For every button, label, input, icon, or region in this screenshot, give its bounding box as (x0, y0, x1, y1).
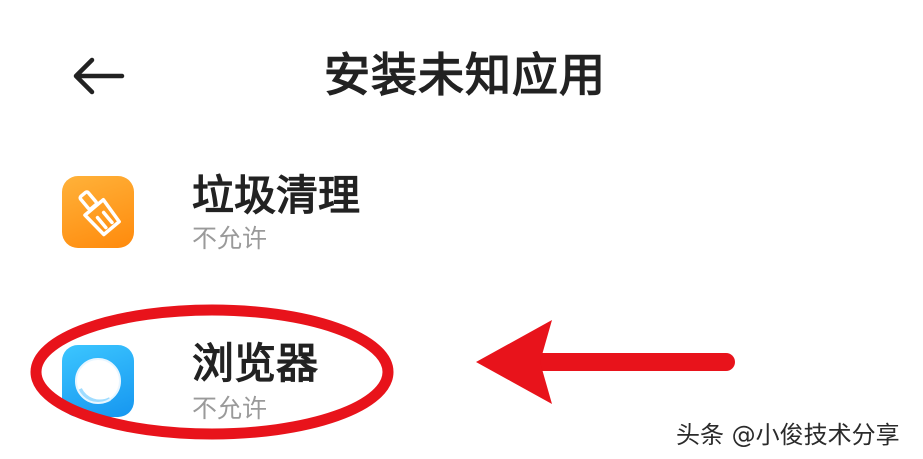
app-item-clean[interactable]: 垃圾清理 不允许 (0, 158, 923, 268)
app-name: 垃圾清理 (192, 171, 361, 220)
page-title: 安装未知应用 (324, 48, 606, 102)
browser-icon (62, 345, 134, 417)
arrow-left-icon (73, 57, 125, 95)
back-button[interactable] (62, 48, 134, 104)
header-bar: 安装未知应用 (0, 30, 923, 120)
broom-icon (62, 176, 134, 248)
app-status: 不允许 (192, 394, 268, 423)
watermark: 头条 @小俊技术分享 (676, 421, 900, 449)
app-status: 不允许 (192, 224, 268, 253)
app-name: 浏览器 (192, 339, 319, 388)
